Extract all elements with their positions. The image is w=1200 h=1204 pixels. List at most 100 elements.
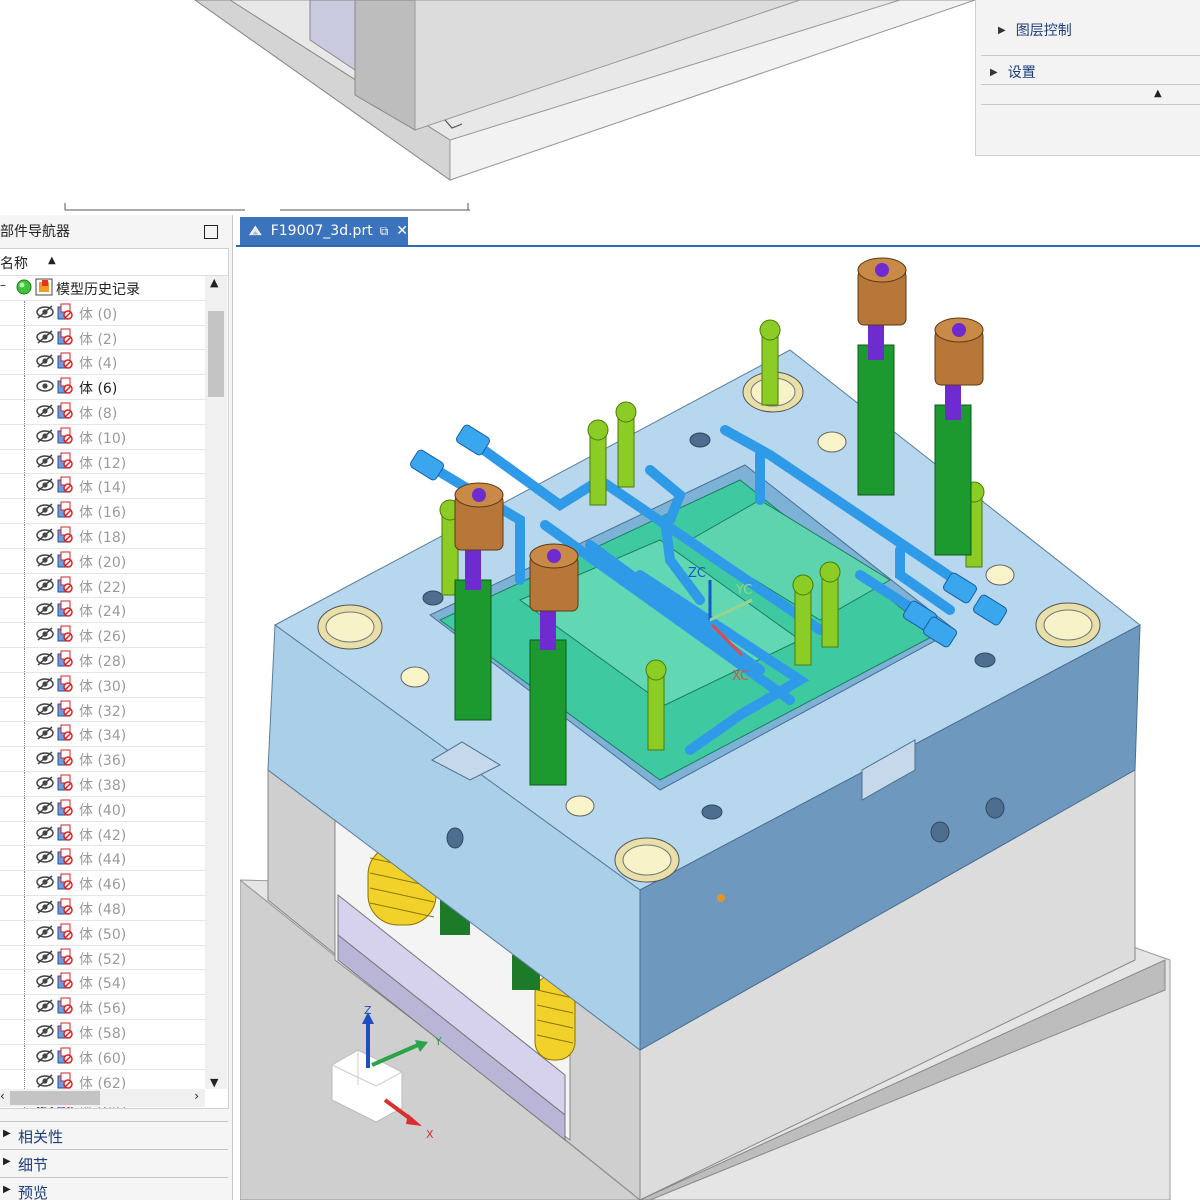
hidden-eye-icon[interactable]: [36, 999, 54, 1013]
column-header-name[interactable]: 名称: [0, 253, 28, 273]
hidden-eye-icon[interactable]: [36, 627, 54, 641]
hidden-eye-icon[interactable]: [36, 503, 54, 517]
layer-control-row[interactable]: ▶ 图层控制: [998, 16, 1200, 44]
collapse-up-icon[interactable]: ▲: [1154, 88, 1162, 99]
collapse-toggle-icon[interactable]: –: [0, 278, 6, 292]
expand-arrow-icon[interactable]: ▶: [998, 25, 1006, 36]
hidden-eye-icon[interactable]: [36, 305, 54, 319]
edit-pin-icon[interactable]: ⧉: [380, 224, 389, 239]
expand-arrow-icon[interactable]: ▶: [990, 67, 998, 78]
tree-row[interactable]: 体 (14): [0, 474, 205, 500]
vertical-scrollbar[interactable]: ▲ ▼: [205, 276, 227, 1089]
section-details[interactable]: ▶ 细节: [0, 1149, 228, 1176]
document-tab[interactable]: F19007_3d.prt ⧉ ✕: [240, 217, 408, 245]
tree-row[interactable]: 体 (18): [0, 523, 205, 549]
tree-row[interactable]: 体 (48): [0, 895, 205, 921]
tree-row[interactable]: 体 (38): [0, 771, 205, 797]
tree-row-label: 体 (8): [79, 405, 118, 422]
upper-viewport-fragment: [0, 0, 975, 215]
tree-row-label: 体 (28): [79, 653, 127, 670]
hidden-eye-icon[interactable]: [36, 429, 54, 443]
sort-ascending-icon[interactable]: ▲: [48, 255, 56, 266]
hidden-eye-icon[interactable]: [36, 652, 54, 666]
scroll-down-icon[interactable]: ▼: [210, 1076, 218, 1089]
hidden-eye-icon[interactable]: [36, 875, 54, 889]
tree-row[interactable]: 体 (54): [0, 970, 205, 996]
tree-row[interactable]: 体 (36): [0, 747, 205, 772]
tree-row[interactable]: 体 (2): [0, 325, 205, 351]
scroll-thumb[interactable]: [10, 1091, 100, 1105]
hidden-eye-icon[interactable]: [36, 577, 54, 592]
scroll-right-icon[interactable]: ›: [194, 1089, 199, 1103]
tree-row[interactable]: 体 (56): [0, 995, 205, 1020]
hidden-eye-icon[interactable]: [36, 553, 54, 567]
tree-row[interactable]: 体 (8): [0, 399, 205, 425]
graphics-viewport[interactable]: ZC YC XC Z Y X: [240, 247, 1200, 1200]
hidden-eye-icon[interactable]: [36, 726, 54, 740]
mold-assembly-render[interactable]: ZC YC XC Z Y X: [240, 247, 1200, 1200]
tree-row[interactable]: 体 (12): [0, 449, 205, 475]
tree-row[interactable]: 体 (30): [0, 672, 205, 698]
divider: [981, 55, 1200, 56]
tree-row[interactable]: 体 (32): [0, 697, 205, 723]
tree-connector: [24, 846, 25, 871]
hidden-eye-icon[interactable]: [36, 454, 54, 468]
expand-arrow-icon[interactable]: ▶: [3, 1128, 11, 1139]
hidden-eye-icon[interactable]: [36, 602, 54, 616]
scroll-up-icon[interactable]: ▲: [210, 276, 218, 289]
tree-row[interactable]: 体 (24): [0, 598, 205, 624]
tree-row[interactable]: 体 (44): [0, 846, 205, 872]
hidden-eye-icon[interactable]: [36, 801, 54, 815]
settings-row[interactable]: ▶ 设置: [990, 58, 1200, 86]
tree-row[interactable]: 体 (46): [0, 871, 205, 896]
hidden-eye-icon[interactable]: [36, 1049, 54, 1063]
maximize-icon[interactable]: [204, 225, 218, 239]
tree-row[interactable]: 体 (34): [0, 722, 205, 748]
tree-row[interactable]: 体 (28): [0, 647, 205, 673]
hidden-eye-icon[interactable]: [36, 925, 54, 939]
hidden-eye-icon[interactable]: [36, 478, 54, 492]
hidden-eye-icon[interactable]: [36, 701, 54, 716]
tree-root-row[interactable]: – 模型历史记录: [0, 276, 205, 301]
hidden-eye-icon[interactable]: [36, 354, 54, 368]
tree-row[interactable]: 体 (26): [0, 623, 205, 648]
close-icon[interactable]: ✕: [396, 223, 408, 239]
hidden-eye-icon[interactable]: [36, 528, 54, 542]
hidden-eye-icon[interactable]: [36, 900, 54, 914]
scroll-thumb[interactable]: [208, 311, 224, 397]
expand-arrow-icon[interactable]: ▶: [3, 1184, 11, 1195]
hidden-eye-icon[interactable]: [36, 949, 54, 964]
hidden-eye-icon[interactable]: [36, 974, 54, 988]
hidden-eye-icon[interactable]: [36, 751, 54, 765]
hidden-eye-icon[interactable]: [36, 776, 54, 790]
tree-row[interactable]: 体 (22): [0, 573, 205, 599]
hidden-eye-icon[interactable]: [36, 677, 54, 691]
tree-row[interactable]: 体 (4): [0, 350, 205, 376]
tree-row[interactable]: 体 (42): [0, 821, 205, 847]
hidden-eye-icon[interactable]: [36, 825, 54, 840]
hidden-eye-icon[interactable]: [36, 850, 54, 864]
tree-row[interactable]: 体 (58): [0, 1019, 205, 1045]
history-folder-icon: [35, 278, 53, 296]
hidden-eye-icon[interactable]: [36, 404, 54, 418]
tree-row[interactable]: 体 (50): [0, 920, 205, 946]
hidden-eye-icon[interactable]: [36, 330, 54, 344]
tree-row[interactable]: 体 (20): [0, 548, 205, 574]
hidden-eye-icon[interactable]: [36, 1024, 54, 1038]
settings-label: 设置: [1007, 65, 1036, 81]
scroll-left-icon[interactable]: ‹: [0, 1089, 5, 1103]
tree-row[interactable]: 体 (10): [0, 424, 205, 450]
tree-row[interactable]: 体 (0): [0, 300, 205, 326]
horizontal-scrollbar[interactable]: ‹ ›: [0, 1089, 205, 1107]
section-dependencies[interactable]: ▶ 相关性: [0, 1121, 228, 1148]
tree-row[interactable]: 体 (16): [0, 499, 205, 524]
expand-arrow-icon[interactable]: ▶: [3, 1156, 11, 1167]
hidden-eye-icon[interactable]: [36, 1073, 54, 1088]
tree-row[interactable]: 体 (40): [0, 796, 205, 822]
tree-row[interactable]: 体 (52): [0, 945, 205, 971]
tree-row-label: 体 (2): [79, 331, 118, 348]
tree-row[interactable]: 体 (60): [0, 1044, 205, 1070]
visible-eye-icon[interactable]: [36, 379, 54, 393]
tree-row[interactable]: 体 (6): [0, 375, 205, 400]
tree-connector: [24, 499, 25, 523]
